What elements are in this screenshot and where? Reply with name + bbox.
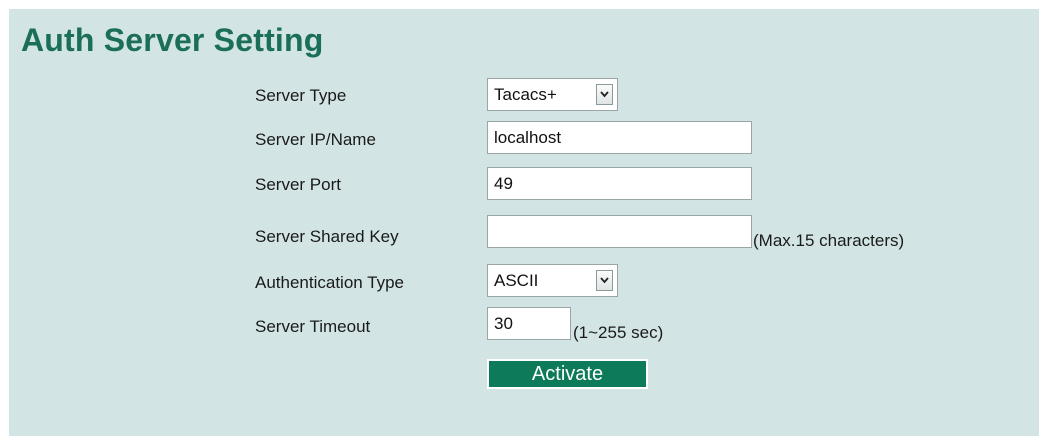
activate-button[interactable]: Activate (487, 359, 648, 389)
auth-type-value: ASCII (494, 271, 539, 290)
server-type-dropdown-button[interactable] (596, 84, 613, 105)
auth-type-label: Authentication Type (255, 273, 405, 292)
timeout-label: Server Timeout (255, 317, 371, 336)
server-type-select[interactable]: Tacacs+ (487, 78, 618, 111)
auth-type-select[interactable]: ASCII (487, 264, 618, 297)
timeout-input[interactable] (487, 307, 571, 340)
server-ip-input[interactable] (487, 121, 752, 154)
settings-panel: Auth Server Setting Server Type Tacacs+ … (9, 9, 1039, 436)
chevron-down-icon (600, 91, 609, 98)
page-title: Auth Server Setting (21, 22, 324, 58)
shared-key-input[interactable] (487, 215, 752, 248)
shared-key-hint: (Max.15 characters) (753, 231, 905, 250)
timeout-hint: (1~255 sec) (573, 323, 664, 342)
server-type-value: Tacacs+ (494, 85, 557, 104)
chevron-down-icon (600, 277, 609, 284)
server-port-input[interactable] (487, 167, 752, 200)
auth-type-dropdown-button[interactable] (596, 270, 613, 291)
server-ip-label: Server IP/Name (255, 130, 376, 149)
shared-key-label: Server Shared Key (255, 227, 399, 246)
server-type-label: Server Type (255, 86, 347, 105)
server-port-label: Server Port (255, 175, 341, 194)
